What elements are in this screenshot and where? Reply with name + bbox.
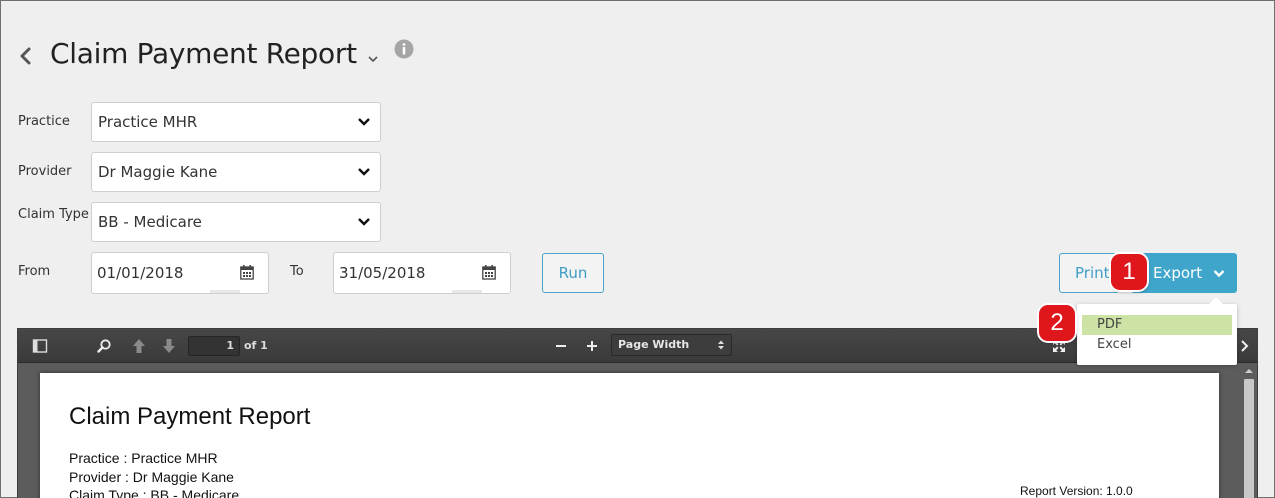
print-button[interactable]: Print [1059,253,1119,293]
from-label: From [18,264,51,279]
claim-type-select-value: BB - Medicare [98,213,202,231]
to-date-value: 31/05/2018 [339,264,426,282]
zoom-in-icon[interactable] [584,338,600,354]
pdf-viewer: 1 of 1 Page Width Claim Payment Report P… [17,328,1258,498]
export-option-pdf[interactable]: PDF [1082,315,1232,335]
step-badge-2: 2 [1039,305,1075,341]
claim-type-select[interactable]: BB - Medicare [91,202,381,242]
document-provider-line: Provider : Dr Maggie Kane [69,469,234,485]
select-arrows-icon [718,340,724,350]
info-icon [394,39,414,59]
scrollbar-thumb[interactable] [1244,379,1254,498]
to-date-input[interactable]: 31/05/2018 [333,252,511,294]
date-input-underline [452,290,482,293]
tools-chevron-icon[interactable] [1237,338,1253,354]
document-title: Claim Payment Report [69,403,311,430]
calendar-icon[interactable] [482,265,496,280]
page-number-input[interactable]: 1 [188,336,240,356]
export-dropdown-menu: PDF Excel [1077,297,1237,365]
provider-select-value: Dr Maggie Kane [98,163,218,181]
practice-label: Practice [18,114,70,129]
calendar-icon[interactable] [240,265,254,280]
export-button-label: Export [1153,264,1203,282]
document-practice-line: Practice : Practice MHR [69,450,218,466]
export-option-excel[interactable]: Excel [1082,335,1232,355]
from-date-value: 01/01/2018 [97,264,184,282]
chevron-down-icon [368,56,378,63]
chevron-down-icon [358,168,370,176]
document-version-line: Report Version: 1.0.0 [1020,484,1133,498]
practice-select-value: Practice MHR [98,113,198,131]
scroll-up-icon[interactable] [1245,367,1253,375]
provider-label: Provider [18,164,72,179]
chevron-down-icon [358,218,370,226]
provider-select[interactable]: Dr Maggie Kane [91,152,381,192]
run-button[interactable]: Run [542,253,604,293]
title-dropdown-toggle[interactable] [366,51,380,65]
step-badge-1: 1 [1111,254,1147,290]
pdf-page: Claim Payment Report Practice : Practice… [40,373,1219,498]
from-date-input[interactable]: 01/01/2018 [91,252,269,294]
info-button[interactable] [394,39,414,59]
date-input-underline [210,290,240,293]
document-claim-type-line: Claim Type : BB - Medicare [69,487,240,498]
chevron-down-icon [358,118,370,126]
search-icon[interactable] [96,338,112,354]
sidebar-toggle-icon[interactable] [32,338,48,354]
viewer-scrollbar[interactable] [1242,365,1256,498]
to-label: To [290,264,304,279]
zoom-select-value: Page Width [618,338,690,351]
page-count-label: of 1 [244,339,268,352]
chevron-down-icon [1213,270,1225,278]
page-title: Claim Payment Report [50,37,357,70]
dropdown-caret [1209,297,1223,304]
claim-type-label: Claim Type [18,207,89,222]
back-button[interactable] [15,41,37,71]
practice-select[interactable]: Practice MHR [91,102,381,142]
previous-page-icon[interactable] [131,338,147,354]
zoom-out-icon[interactable] [553,338,569,354]
chevron-left-icon [20,47,31,65]
next-page-icon[interactable] [161,338,177,354]
zoom-select[interactable]: Page Width [611,334,732,356]
